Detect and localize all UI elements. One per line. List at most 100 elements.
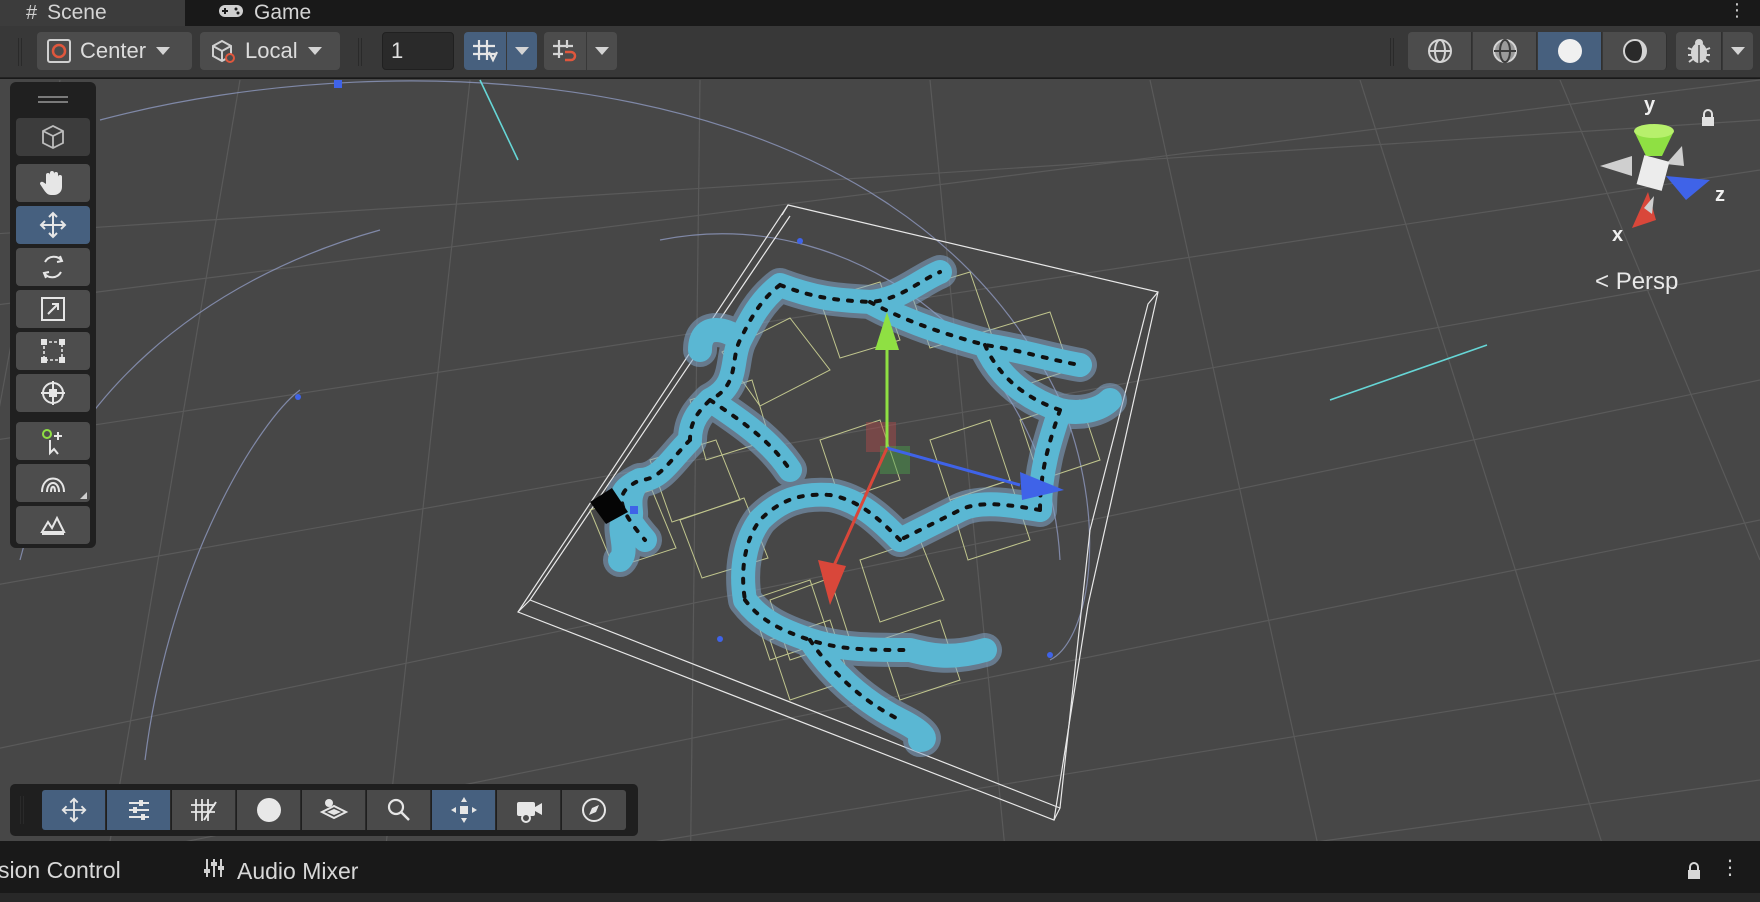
move-tool-button[interactable] (16, 206, 90, 244)
terrain-tool-icon (40, 515, 66, 535)
audio-mixer-icon (203, 857, 225, 885)
tools-overlay (10, 82, 96, 548)
grid-snap-toggle[interactable] (464, 32, 506, 70)
wireframe-shading-button[interactable] (1408, 32, 1472, 70)
gizmo-lock-icon[interactable] (1700, 108, 1716, 133)
layers-button[interactable] (302, 790, 366, 830)
scene-viewport[interactable]: y z x < Persp (0, 79, 1760, 841)
chevron-left-icon: < (1595, 268, 1610, 295)
shaded-wireframe-button[interactable] (1473, 32, 1537, 70)
shading-sphere-button[interactable] (237, 790, 301, 830)
transform-tool-button[interactable] (16, 374, 90, 412)
increment-snap-icon (553, 40, 577, 62)
camera-button[interactable] (497, 790, 561, 830)
chevron-down-icon (515, 47, 529, 55)
pivot-rotation-dropdown[interactable]: Local (200, 32, 340, 70)
rotate-tool-icon (42, 255, 64, 279)
shading-sphere-icon (256, 798, 281, 822)
rect-tool-icon (41, 339, 65, 363)
tool-settings-icon (128, 800, 149, 820)
tool-settings-button[interactable] (107, 790, 171, 830)
overlay-grip[interactable] (20, 796, 24, 824)
axis-x-label: x (1612, 224, 1624, 246)
view-tool-button[interactable] (16, 118, 90, 156)
local-rotation-icon (212, 39, 235, 63)
pivot-rotation-label: Local (245, 38, 298, 63)
bottom-panel-strip (0, 893, 1760, 902)
toolbar-grip[interactable] (18, 38, 22, 66)
chevron-down-icon (156, 47, 171, 55)
tab-audio-mixer[interactable]: Audio Mixer (203, 857, 358, 885)
overlay-drag-handle[interactable] (38, 96, 68, 98)
move-handles-icon (60, 797, 87, 823)
shaded-sphere-icon (1557, 39, 1582, 63)
move-tool-icon (39, 211, 67, 239)
tile-track-model (603, 255, 1127, 757)
toolbar-grip[interactable] (1390, 38, 1394, 66)
tab-scene[interactable]: # Scene (0, 0, 185, 26)
transform-tool-icon (41, 381, 65, 405)
add-point-tool-icon (42, 429, 62, 456)
pivot-mode-dropdown[interactable]: Center (37, 32, 192, 70)
light-ray (1329, 344, 1488, 401)
scale-tool-icon (41, 297, 65, 321)
orientation-button[interactable] (432, 790, 496, 830)
light-ray (479, 79, 519, 161)
navigation-icon (582, 798, 606, 822)
overlays-toolbar (10, 784, 638, 836)
submenu-indicator (80, 492, 87, 499)
tab-version-control[interactable]: sion Control (0, 857, 121, 884)
debug-draw-mode-button[interactable] (1676, 32, 1722, 70)
tab-game[interactable]: Game (192, 0, 372, 26)
unlit-button[interactable] (1603, 32, 1667, 70)
projection-toggle[interactable]: < Persp (1595, 268, 1678, 296)
chevron-down-icon (1731, 47, 1745, 55)
increment-snap-dropdown[interactable] (587, 32, 617, 70)
bug-icon (1687, 39, 1710, 63)
rotate-tool-button[interactable] (16, 248, 90, 286)
light-handle (334, 80, 342, 88)
spline-tool-button[interactable] (16, 464, 90, 502)
move-handles-button[interactable] (42, 790, 106, 830)
toolbar-grip[interactable] (358, 38, 362, 66)
shaded-wireframe-sphere-icon (1492, 39, 1517, 63)
snap-increment-value: 1 (391, 38, 404, 63)
rect-tool-button[interactable] (16, 332, 90, 370)
wireframe-sphere-icon (1427, 39, 1452, 63)
axis-z-label: z (1715, 184, 1725, 206)
panel-menu-button[interactable]: ⋮ (1720, 855, 1740, 880)
add-point-tool-button[interactable] (16, 422, 90, 460)
light-handle (797, 238, 803, 244)
navigation-button[interactable] (562, 790, 626, 830)
hand-tool-icon (39, 171, 62, 195)
tab-menu-button[interactable]: ⋮ (1728, 0, 1746, 21)
hash-icon: # (26, 1, 38, 24)
search-icon (387, 798, 410, 821)
grid-snap-dropdown[interactable] (507, 32, 537, 70)
chevron-down-icon (595, 47, 609, 55)
snap-increment-field[interactable]: 1 (382, 32, 454, 70)
tab-game-label: Game (254, 1, 312, 24)
layers-icon (319, 799, 348, 820)
shaded-button[interactable] (1538, 32, 1602, 70)
scale-tool-button[interactable] (16, 290, 90, 328)
debug-draw-mode-dropdown[interactable] (1723, 32, 1753, 70)
gamepad-icon (218, 2, 244, 25)
light-handle (1047, 652, 1053, 658)
projection-label: Persp (1615, 268, 1679, 295)
orientation-icon (450, 797, 477, 823)
search-button[interactable] (367, 790, 431, 830)
unlit-sphere-icon (1622, 39, 1647, 63)
light-handle (295, 394, 301, 400)
window-tab-bar: # Scene Game ⋮ (0, 0, 1760, 26)
scene-canvas[interactable] (0, 79, 1760, 841)
overlay-drag-handle-line (38, 101, 68, 103)
tab-scene-label: Scene (47, 1, 107, 24)
grid-snapping-button[interactable] (172, 790, 236, 830)
tab-audio-mixer-label: Audio Mixer (237, 857, 359, 884)
increment-snap-toggle[interactable] (544, 32, 586, 70)
hand-tool-button[interactable] (16, 164, 90, 202)
panel-lock-icon[interactable] (1686, 861, 1702, 886)
terrain-tool-button[interactable] (16, 506, 90, 544)
grid-snapping-icon (190, 799, 217, 821)
